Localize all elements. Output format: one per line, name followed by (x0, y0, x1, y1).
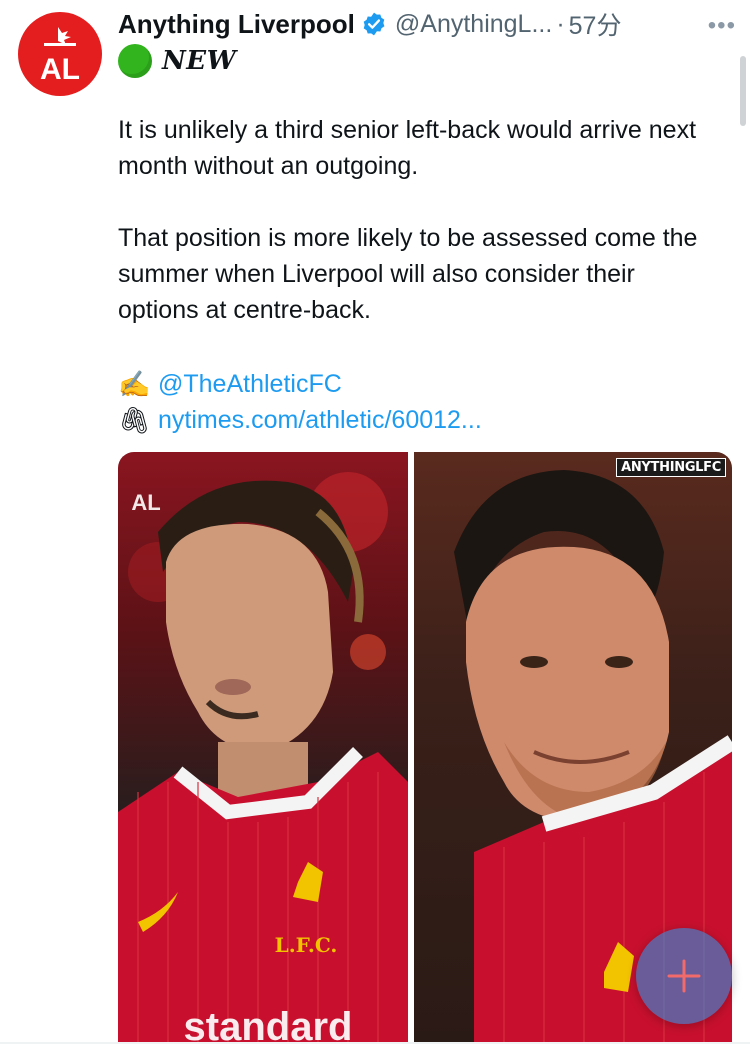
sponsor-text: standard (184, 1005, 353, 1044)
separator-dot: · (556, 9, 565, 38)
credit-block: ✍️ @TheAthleticFC 🖇 nytimes.com/athletic… (118, 366, 482, 438)
writing-hand-icon: ✍️ (118, 369, 151, 399)
green-circle-icon (118, 44, 152, 78)
author-handle[interactable]: @AnythingL... (395, 10, 552, 39)
tweet-paragraph: That position is more likely to be asses… (118, 224, 698, 324)
mention-link[interactable]: @TheAthleticFC (158, 366, 342, 402)
author-name[interactable]: Anything Liverpool (118, 9, 355, 40)
scrollbar[interactable] (740, 56, 746, 126)
new-badge-text: NEW (162, 46, 237, 76)
more-options-icon[interactable]: ••• (708, 12, 736, 40)
badge-line: NEW (118, 44, 236, 78)
tweet-header: Anything Liverpool @AnythingL... · 57分 •… (118, 6, 736, 42)
verified-badge-icon (363, 12, 385, 36)
overlay-initials: AL (131, 490, 160, 515)
watermark-label: ANYTHINGLFC (616, 458, 726, 477)
url-credit-row: 🖇 nytimes.com/athletic/60012... (118, 402, 482, 438)
paperclip-icon: 🖇 (118, 405, 152, 435)
tweet-text: It is unlikely a third senior left-back … (118, 112, 718, 364)
tweet-paragraph: It is unlikely a third senior left-back … (118, 116, 697, 180)
timestamp[interactable]: 57分 (569, 6, 622, 42)
crest-text: L.F.C. (275, 933, 338, 957)
compose-button[interactable] (636, 928, 732, 1024)
writer-credit-row: ✍️ @TheAthleticFC (118, 366, 482, 402)
avatar-initials: AL (40, 53, 80, 85)
plus-icon (667, 959, 701, 993)
liverbird-logo: AL (40, 27, 80, 85)
article-url-link[interactable]: nytimes.com/athletic/60012... (158, 402, 482, 438)
avatar[interactable]: AL (18, 12, 102, 96)
player-left-illustration: L.F.C. standard AL (118, 472, 408, 1044)
player-photo-left: L.F.C. standard AL (118, 452, 408, 1044)
